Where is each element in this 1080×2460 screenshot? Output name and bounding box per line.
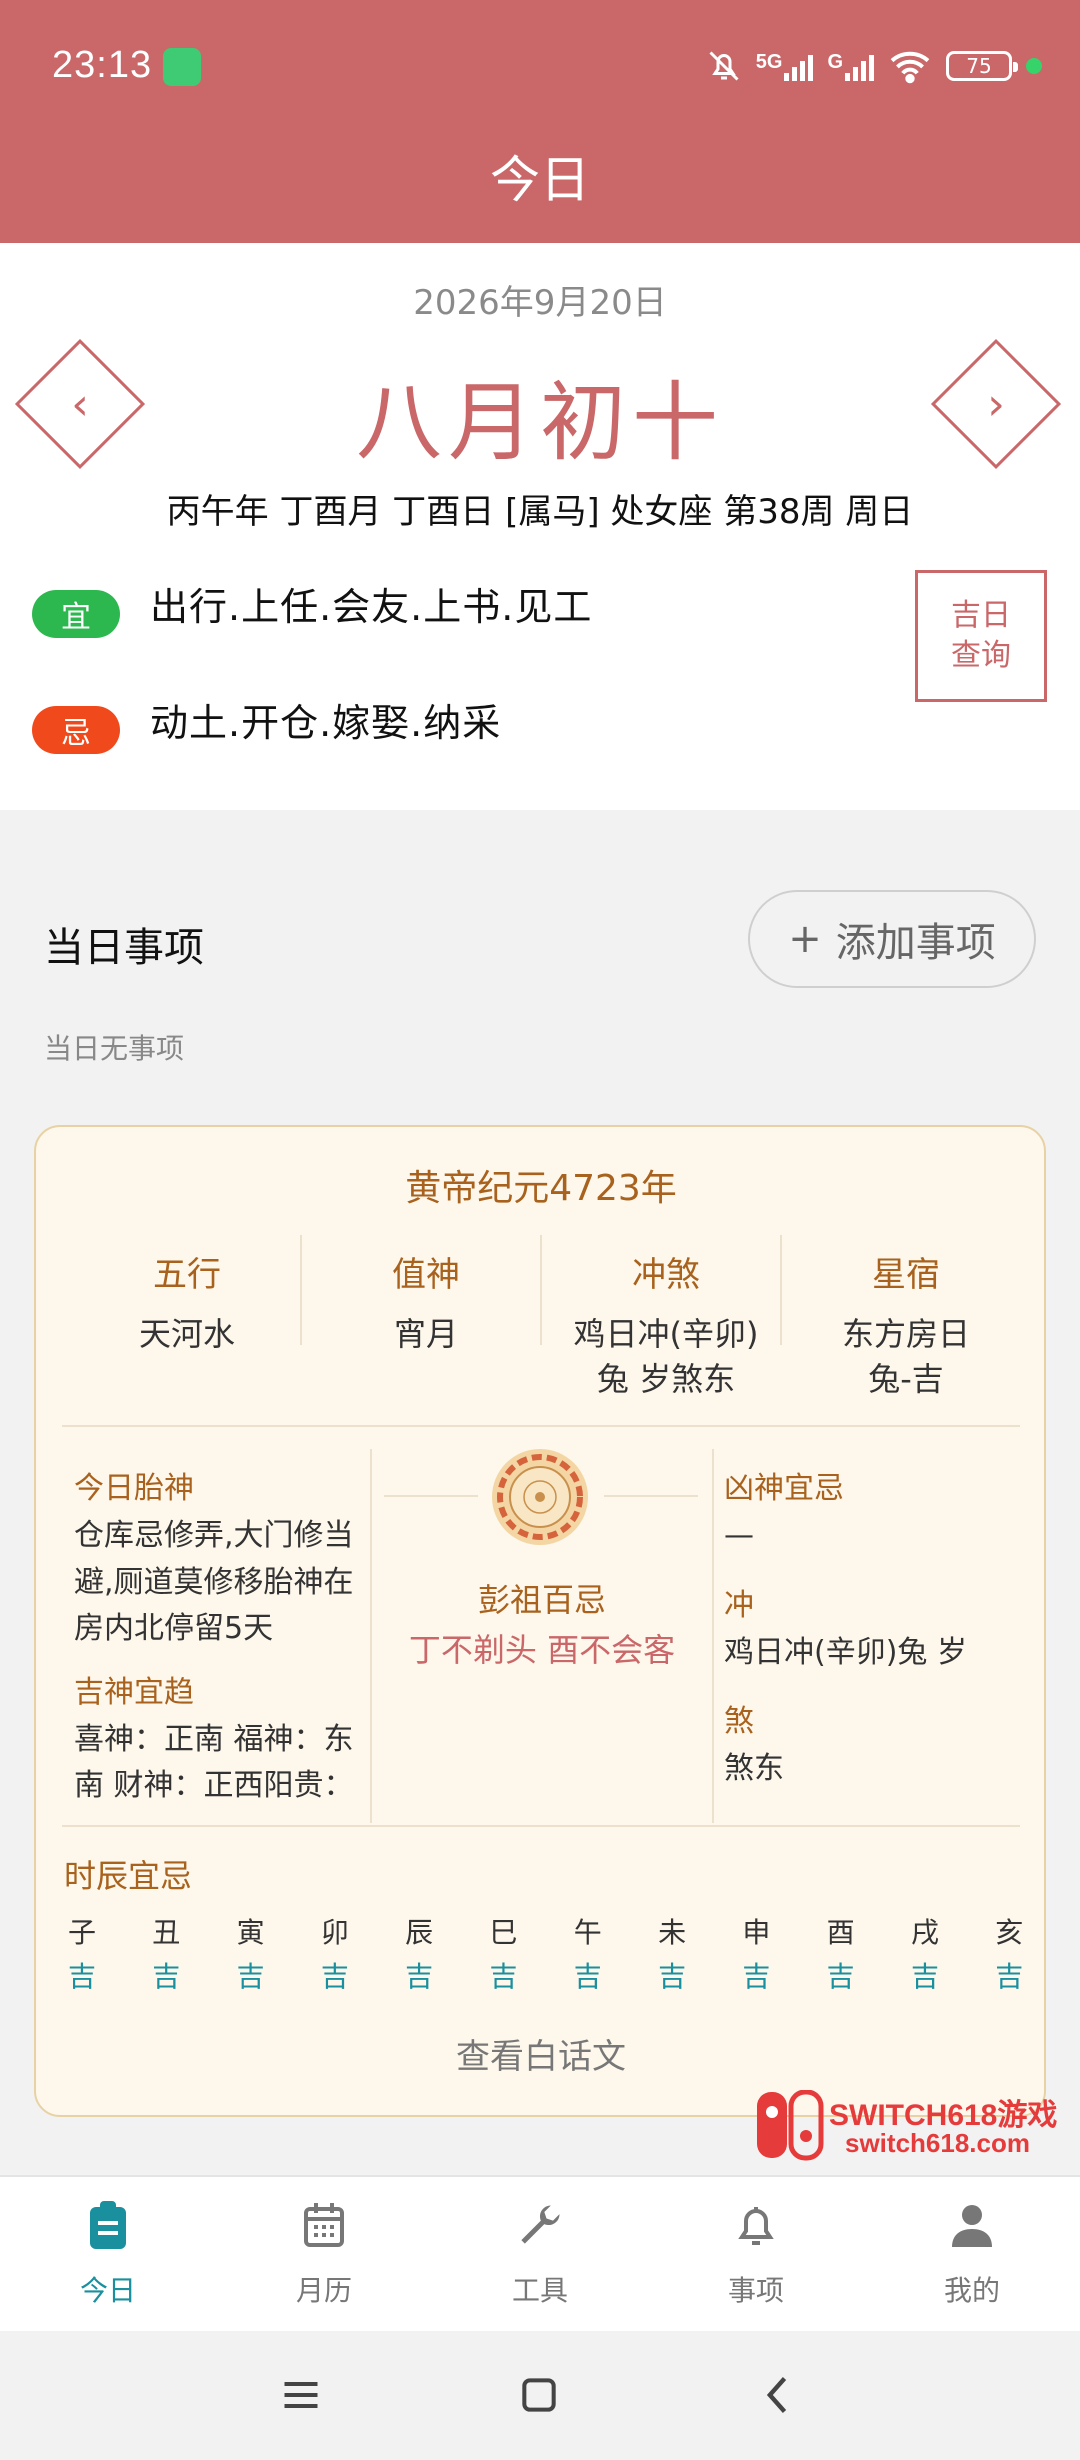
plus-icon: + <box>788 916 822 962</box>
hour-name: 辰 <box>405 1916 434 1949</box>
xiongshen-section: 凶神宜忌 — 冲 鸡日冲(辛卯)兔 岁 煞 煞东 <box>724 1471 967 1786</box>
xingxiu-column: 星宿 东方房日 兔-吉 <box>841 1255 970 1398</box>
back-icon[interactable] <box>756 2373 802 2417</box>
zhishen-column: 值神 宵月 <box>392 1255 460 1353</box>
yi-activities: 出行.上任.会友.上书.见工 <box>150 585 593 629</box>
battery-indicator: 75 <box>946 51 1018 81</box>
auspicious-day-query-button[interactable]: 吉日 查询 <box>915 570 1047 702</box>
privacy-dot <box>1026 58 1042 74</box>
switch-logo-icon <box>757 2090 824 2161</box>
app-header: 23:13 5G G 75 今日 <box>0 0 1080 243</box>
hour-item: 丑吉 <box>136 1911 196 1995</box>
hour-status: 吉 <box>320 1960 349 1993</box>
hour-name: 丑 <box>152 1916 181 1949</box>
hour-name: 亥 <box>995 1916 1024 1949</box>
hour-status: 吉 <box>658 1960 687 1993</box>
hour-name: 子 <box>67 1916 96 1949</box>
hour-item: 亥吉 <box>979 1911 1039 1995</box>
hour-item: 子吉 <box>52 1911 112 1995</box>
hour-name: 未 <box>658 1916 687 1949</box>
hour-name: 寅 <box>236 1916 265 1949</box>
hour-status: 吉 <box>67 1960 96 1993</box>
hour-item: 午吉 <box>558 1911 618 1995</box>
status-time: 23:13 <box>52 44 153 86</box>
ji-activities: 动土.开仓.嫁娶.纳采 <box>150 701 502 745</box>
pengzu-text: 丁不剃头 酉不会客 <box>408 1631 676 1669</box>
wrench-icon <box>521 2205 560 2244</box>
hour-name: 酉 <box>826 1916 855 1949</box>
wifi-icon <box>890 51 930 84</box>
huangdi-era: 黄帝纪元4723年 <box>405 1168 677 1209</box>
signal-g: G <box>827 51 874 81</box>
hour-name: 卯 <box>320 1916 349 1949</box>
solar-date: 2026年9月20日 <box>413 283 667 323</box>
hour-status: 吉 <box>573 1960 602 1993</box>
status-icons: 5G G 75 <box>706 44 1042 88</box>
hour-item: 辰吉 <box>389 1911 449 1995</box>
bottom-navigation: 今日 月历 工具 事项 我的 <box>0 2175 1080 2331</box>
tab-profile[interactable]: 我的 <box>892 2199 1052 2309</box>
android-app-icon <box>163 48 201 86</box>
hour-status: 吉 <box>910 1960 939 1993</box>
signal-5g: 5G <box>756 51 814 81</box>
view-plain-text-link[interactable]: 查看白话文 <box>36 2029 1046 2078</box>
bagua-compass-icon <box>490 1447 590 1547</box>
ji-badge: 忌 <box>32 706 120 754</box>
hour-name: 戌 <box>910 1916 939 1949</box>
tab-tools[interactable]: 工具 <box>460 2199 620 2309</box>
chongsha-column: 冲煞 鸡日冲(辛卯) 兔 岁煞东 <box>573 1255 759 1398</box>
hour-status: 吉 <box>995 1960 1024 1993</box>
hour-name: 巳 <box>489 1916 518 1949</box>
system-navigation-bar <box>0 2331 1080 2460</box>
hours-title: 时辰宜忌 <box>64 1857 193 1895</box>
mute-bell-icon <box>709 51 739 81</box>
wuxing-column: 五行 天河水 <box>138 1255 235 1353</box>
hour-item: 申吉 <box>726 1911 786 1995</box>
hour-item: 戌吉 <box>895 1911 955 1995</box>
person-icon <box>952 2205 992 2247</box>
add-event-button[interactable]: + 添加事项 <box>748 890 1036 988</box>
pengzu-title: 彭祖百忌 <box>477 1581 606 1619</box>
lunar-date: 八月初十 <box>356 373 724 473</box>
hour-status: 吉 <box>742 1960 771 1993</box>
hour-item: 卯吉 <box>305 1911 365 1995</box>
taishen-section: 今日胎神 仓库忌修弄,大门修当避,厕道莫修移胎神在房内北停留5天 吉神宜趋 喜神… <box>74 1471 354 1803</box>
almanac-card: 黄帝纪元4723年 五行 天河水 值神 宵月 冲煞 鸡日冲(辛卯) 兔 岁煞东 星… <box>34 1125 1046 2117</box>
hour-item: 巳吉 <box>474 1911 534 1995</box>
yi-badge: 宜 <box>32 590 120 638</box>
hour-status: 吉 <box>152 1960 181 1993</box>
page-title: 今日 <box>490 151 590 209</box>
tab-events[interactable]: 事项 <box>676 2199 836 2309</box>
menu-icon[interactable] <box>278 2373 324 2417</box>
hour-item: 未吉 <box>642 1911 702 1995</box>
no-events-text: 当日无事项 <box>44 1032 185 1065</box>
clipboard-icon <box>90 2201 126 2249</box>
hour-status: 吉 <box>405 1960 434 1993</box>
hour-status: 吉 <box>236 1960 265 1993</box>
watermark-logo: SWITCH618游戏 switch618.com <box>755 2088 1067 2164</box>
home-icon[interactable] <box>516 2373 562 2417</box>
hour-item: 寅吉 <box>221 1911 281 1995</box>
events-title: 当日事项 <box>44 925 204 971</box>
hour-name: 申 <box>742 1916 771 1949</box>
tab-today[interactable]: 今日 <box>28 2199 188 2309</box>
hour-status: 吉 <box>489 1960 518 1993</box>
tab-calendar[interactable]: 月历 <box>244 2199 404 2309</box>
ganzhi-info: 丙午年 丁酉月 丁酉日 [属马] 处女座 第38周 周日 <box>166 492 914 532</box>
watermark-url: switch618.com <box>845 2128 1030 2158</box>
calendar-icon <box>304 2203 344 2247</box>
hour-name: 午 <box>573 1916 602 1949</box>
hour-status: 吉 <box>826 1960 855 1993</box>
bell-icon <box>738 2207 774 2245</box>
hour-item: 酉吉 <box>811 1911 871 1995</box>
